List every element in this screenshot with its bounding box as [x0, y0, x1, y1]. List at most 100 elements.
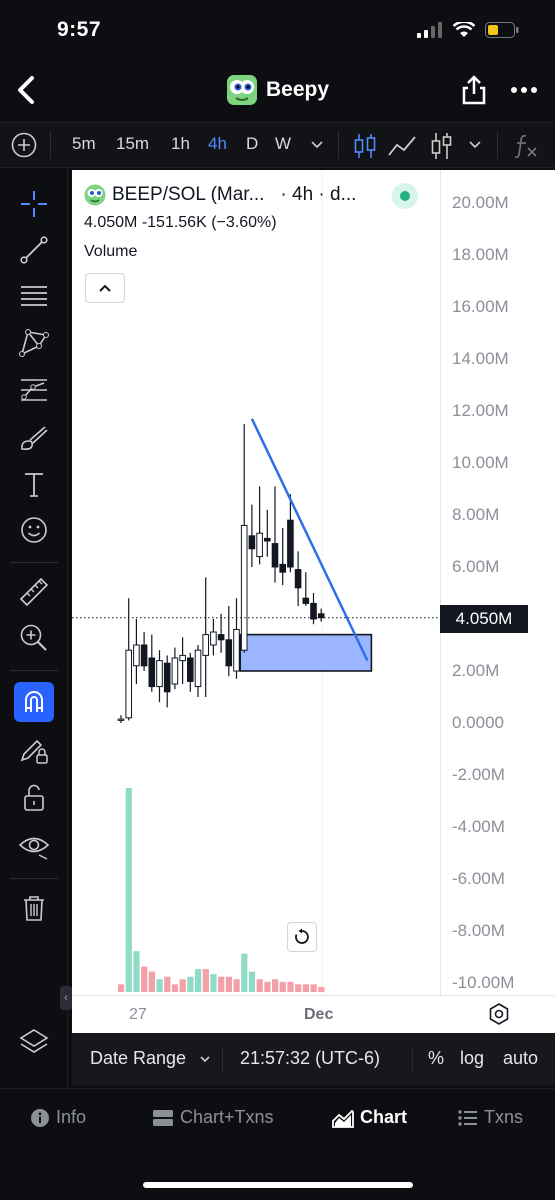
candle-body — [148, 657, 156, 688]
home-indicator — [143, 1182, 413, 1188]
candle-body — [117, 718, 125, 721]
price-tick-label: 20.00M — [452, 193, 509, 212]
tab-chart[interactable]: Chart — [332, 1107, 407, 1128]
pattern-tool[interactable] — [14, 323, 54, 363]
price-tick-label: 8.00M — [452, 505, 500, 524]
beepy-token-icon — [84, 184, 106, 206]
volume-bar — [202, 969, 209, 992]
candle-body — [271, 543, 279, 568]
magnet-mode-tool[interactable] — [14, 682, 54, 722]
timeframe-chevron-down-icon[interactable] — [310, 139, 324, 151]
lock-tool[interactable] — [14, 778, 54, 818]
fib-retracement-tool[interactable] — [14, 276, 54, 316]
projection-icon — [21, 379, 47, 401]
toolbar-collapse-handle[interactable]: ‹ — [60, 986, 72, 1010]
volume-bar — [310, 984, 317, 992]
text-tool[interactable] — [14, 464, 54, 504]
lock-drawing-tool[interactable] — [14, 730, 54, 770]
legend-volume-label[interactable]: Volume — [84, 243, 137, 261]
projection-tool[interactable] — [14, 370, 54, 410]
support-zone-rectangle — [239, 633, 373, 672]
indicator-candle-icon[interactable] — [430, 131, 454, 161]
function-fx-icon[interactable] — [512, 133, 540, 159]
line-chart-icon[interactable] — [387, 133, 417, 159]
volume-bar — [264, 981, 271, 992]
candle-body — [210, 631, 217, 646]
candle-body — [179, 654, 186, 662]
volume-bar — [141, 966, 148, 992]
timeframe-4h[interactable]: 4h — [208, 134, 227, 154]
candle-body — [287, 519, 294, 568]
layers-icon — [19, 1029, 49, 1053]
crosshair-tool[interactable] — [14, 184, 54, 224]
volume-bar — [148, 971, 155, 992]
percent-scale-toggle[interactable]: % — [428, 1048, 444, 1069]
candle-body — [240, 524, 248, 651]
volume-bar — [302, 984, 309, 992]
chart-type-chevron-down-icon[interactable] — [468, 139, 482, 151]
tab-info-label: Info — [56, 1107, 87, 1127]
smiley-icon — [21, 517, 47, 543]
object-tree-tool[interactable] — [14, 1022, 54, 1062]
volume-bar — [171, 984, 179, 992]
share-icon[interactable] — [460, 74, 488, 106]
price-tick-label: -2.00M — [452, 765, 505, 784]
reset-icon — [295, 928, 309, 944]
candle-body — [163, 662, 171, 693]
price-tick-label: -6.00M — [452, 869, 505, 888]
timeframe-d[interactable]: D — [246, 134, 258, 154]
candle-body — [225, 639, 233, 667]
chart-settings-icon[interactable] — [486, 1001, 512, 1027]
brush-icon — [21, 426, 48, 450]
emoji-tool[interactable] — [14, 510, 54, 550]
volume-bar — [125, 788, 132, 992]
drawing-toolbar — [0, 168, 68, 1088]
zoom-in-tool[interactable] — [14, 618, 54, 658]
trash-icon — [24, 896, 44, 921]
candle-body — [125, 649, 133, 719]
tab-chart-txns[interactable]: Chart+Txns — [152, 1107, 274, 1128]
toolbar-divider — [10, 562, 58, 563]
candle-body — [194, 649, 202, 688]
trend-line-tool[interactable] — [14, 230, 54, 270]
ruler-icon — [19, 577, 49, 607]
timeframe-15m[interactable]: 15m — [116, 134, 149, 154]
volume-bar — [218, 976, 225, 992]
delete-drawings-tool[interactable] — [14, 888, 54, 928]
measure-tool[interactable] — [14, 572, 54, 612]
auto-scale-toggle[interactable]: auto — [503, 1048, 538, 1069]
tab-info[interactable]: Info — [30, 1107, 86, 1128]
reset-chart-button[interactable] — [287, 922, 317, 952]
candle-body — [140, 644, 148, 667]
unlock-icon — [24, 784, 44, 811]
brush-tool[interactable] — [14, 418, 54, 458]
price-tick-label: 2.00M — [452, 661, 500, 680]
volume-bar — [164, 976, 171, 992]
clock-timezone[interactable]: 21:57:32 (UTC-6) — [240, 1048, 380, 1069]
candles-icon[interactable] — [352, 132, 378, 160]
date-range-button[interactable]: Date Range — [90, 1048, 186, 1069]
tab-txns[interactable]: Txns — [458, 1107, 523, 1128]
legend-values: 4.050M -151.56K (−3.60%) — [84, 214, 277, 231]
price-tick-label: 10.00M — [452, 453, 509, 472]
more-icon[interactable] — [508, 78, 540, 102]
legend-collapse-button[interactable] — [85, 273, 125, 303]
pattern-icon — [19, 329, 49, 357]
price-tick-label: 12.00M — [452, 401, 509, 420]
volume-bar — [233, 979, 240, 992]
timeframe-5m[interactable]: 5m — [72, 134, 96, 154]
add-indicator-icon[interactable] — [11, 132, 37, 158]
timeframe-w[interactable]: W — [275, 134, 291, 154]
candle-body — [187, 657, 194, 682]
log-scale-toggle[interactable]: log — [460, 1048, 484, 1069]
info-icon — [31, 1108, 49, 1127]
volume-bar — [195, 969, 202, 992]
volume-bar — [272, 979, 279, 992]
date-range-chevron-down-icon[interactable] — [199, 1054, 211, 1064]
volume-bar — [179, 979, 186, 992]
timeframe-1h[interactable]: 1h — [171, 134, 190, 154]
legend-title[interactable]: BEEP/SOL (Mar... · 4h · d... — [84, 184, 356, 206]
candle-body — [294, 569, 302, 589]
visibility-tool[interactable] — [14, 826, 54, 866]
wifi-icon — [453, 22, 475, 37]
